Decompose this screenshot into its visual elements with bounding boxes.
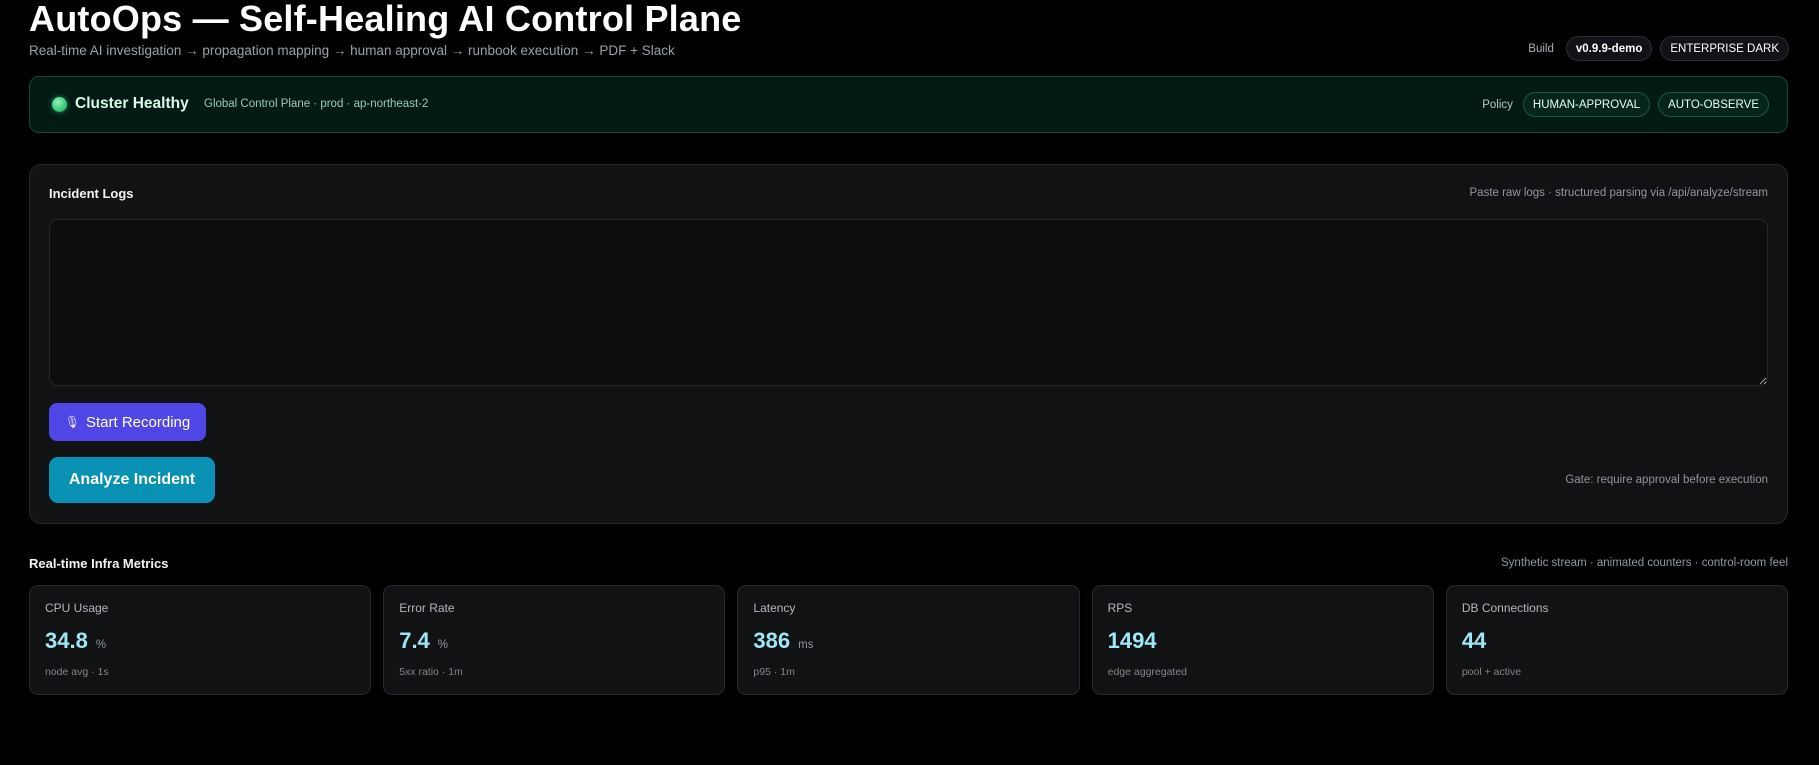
metric-value: 7.4 [399, 628, 430, 653]
metrics-section-hint: Synthetic stream · animated counters · c… [1501, 557, 1788, 569]
metric-footnote: edge aggregated [1107, 666, 1188, 678]
metric-footnote: node avg · 1s [45, 666, 109, 678]
page-title: AutoOps — Self-Healing AI Control Plane [29, 0, 742, 39]
incident-logs-title: Incident Logs [49, 186, 134, 201]
policy-badge-human-approval: HUMAN-APPROVAL [1522, 92, 1651, 117]
policy-badge-auto-observe: AUTO-OBSERVE [1658, 92, 1769, 117]
theme-badge: ENTERPRISE DARK [1660, 36, 1789, 61]
build-label: Build [1528, 42, 1554, 55]
metric-value: 1494 [1107, 628, 1157, 653]
start-recording-button[interactable]: 🎙 Start Recording [49, 403, 206, 441]
policy-label: Policy [1482, 98, 1513, 111]
metric-unit: ms [798, 639, 814, 651]
metric-card-db-connections: DB Connections 44 pool + active [1445, 585, 1789, 695]
page-subtitle: Real-time AI investigation → propagation… [29, 43, 675, 58]
metric-card-cpu-usage: CPU Usage 34.8 % node avg · 1s [29, 585, 372, 695]
analyze-incident-button[interactable]: Analyze Incident [49, 457, 215, 503]
metric-unit: % [437, 639, 449, 651]
metric-label: Error Rate [399, 601, 455, 615]
cluster-status-title: Cluster Healthy [75, 95, 189, 112]
metric-footnote: 5xx ratio · 1m [399, 666, 463, 678]
incident-logs-card: Incident Logs Paste raw logs · structure… [29, 164, 1788, 524]
metric-unit: % [95, 639, 107, 651]
page-header: AutoOps — Self-Healing AI Control Plane … [29, 0, 1789, 70]
metric-value-line: 7.4 % [399, 628, 448, 654]
metric-value-line: 34.8 % [45, 628, 106, 654]
metric-value-line: 44 [1462, 628, 1494, 654]
metric-value: 34.8 [45, 628, 88, 653]
metric-footnote: p95 · 1m [753, 666, 795, 678]
approval-gate-note: Gate: require approval before execution [1565, 474, 1768, 486]
incident-logs-hint: Paste raw logs · structured parsing via … [1469, 187, 1769, 199]
microphone-icon: 🎙 [64, 415, 80, 429]
metric-value: 44 [1461, 628, 1487, 653]
metric-label: RPS [1107, 601, 1133, 615]
metric-card-latency: Latency 386 ms p95 · 1m [737, 585, 1080, 695]
policy-group: Policy HUMAN-APPROVAL AUTO-OBSERVE [1482, 92, 1769, 117]
metric-label: CPU Usage [45, 601, 109, 615]
metric-value-line: 386 ms [753, 628, 813, 654]
metric-card-error-rate: Error Rate 7.4 % 5xx ratio · 1m [383, 585, 726, 695]
build-info: Build v0.9.9-demo ENTERPRISE DARK [1528, 36, 1789, 61]
metrics-row: CPU Usage 34.8 % node avg · 1s Error Rat… [29, 585, 1789, 695]
metric-value: 386 [753, 628, 791, 653]
metric-footnote: pool + active [1461, 666, 1522, 678]
metric-label: Latency [753, 601, 796, 615]
incident-log-input[interactable] [49, 219, 1768, 386]
metric-card-rps: RPS 1494 edge aggregated [1091, 585, 1434, 695]
cluster-status-bar: Cluster Healthy Global Control Plane · p… [29, 76, 1788, 133]
start-recording-label: Start Recording [86, 413, 191, 431]
metrics-section-title: Real-time Infra Metrics [29, 556, 169, 571]
cluster-status-detail: Global Control Plane · prod · ap-northea… [204, 98, 429, 110]
build-version-badge: v0.9.9-demo [1565, 36, 1653, 61]
metric-label: DB Connections [1461, 601, 1549, 615]
status-indicator-icon [52, 97, 67, 112]
metric-value-line: 1494 [1108, 628, 1165, 654]
